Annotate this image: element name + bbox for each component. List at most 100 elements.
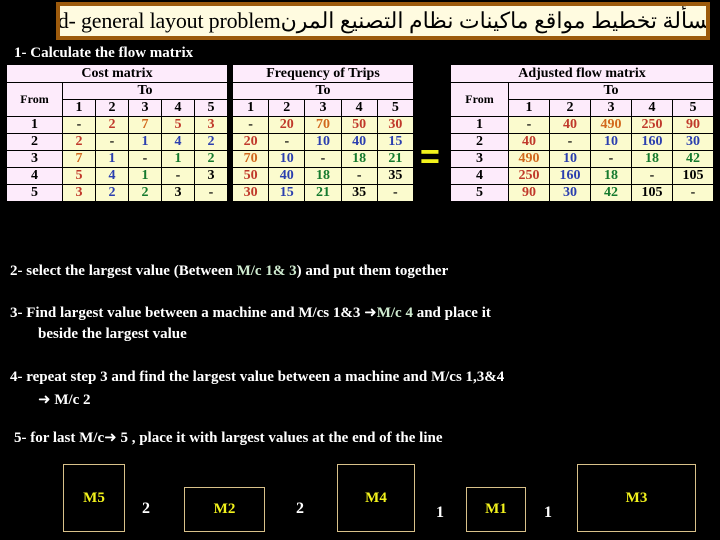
frequency-column-header-row: 1 2 3 4 5 [231,99,415,117]
cost-from-label: From [6,82,63,117]
frequency-cell: 70 [231,150,270,168]
cost-cell: 2 [194,150,228,168]
frequency-cell: 10 [268,150,306,168]
page-title: 2d- general layout problemمسألة تخطيط مو… [56,8,710,33]
frequency-cell: 15 [268,184,306,202]
adjusted-cell: 18 [590,167,632,185]
right-arrow-icon: ➜ [38,390,51,408]
cost-row: 371-12 [6,150,228,168]
cost-row-label: 3 [6,150,63,168]
cost-cell: - [62,116,96,134]
step-3-part-a: 3- Find largest value between a machine … [10,305,365,321]
cost-cell: 4 [161,133,195,151]
frequency-col-header: 5 [376,99,415,117]
machine-box-m3[interactable]: M3 [577,464,696,532]
frequency-cell: - [340,167,378,185]
step-5-part-a: 5- for last M/c [14,430,105,446]
cost-to-label: To [62,82,228,100]
adjusted-cell: 90 [672,116,714,134]
cost-row-label: 1 [6,116,63,134]
cost-row: 53223- [6,184,228,202]
adjusted-cell: - [590,150,632,168]
cost-col-header: 5 [194,99,228,117]
frequency-cell: 30 [376,116,415,134]
frequency-cell: 50 [231,167,270,185]
cost-cell: - [128,150,162,168]
frequency-matrix-caption: Frequency of Trips [232,64,414,83]
machine-box-m1[interactable]: M1 [466,487,526,532]
frequency-cell: - [376,184,415,202]
slide-title-bar: 2d- general layout problemمسألة تخطيط مو… [56,2,710,40]
frequency-row: -20 70 50 30 [231,116,415,134]
adjusted-cell: 40 [549,116,591,134]
cost-matrix-table: Cost matrix From To 1 2 3 4 5 1-275322-1… [6,64,228,202]
machine-box-m2[interactable]: M2 [184,487,265,532]
step-5-text: 5- for last M/c➜ 5 , place it with large… [14,428,443,448]
cost-row-label: 2 [6,133,63,151]
adjusted-cell: 30 [672,133,714,151]
frequency-cell: 21 [376,150,415,168]
cost-cell: - [95,133,129,151]
step-3-text: 3- Find largest value between a machine … [10,303,491,323]
frequency-cell: - [268,133,306,151]
step-2-part-b: ) and put them together [296,263,449,279]
frequency-cell: 10 [304,133,342,151]
step-3-part-b: and place it [412,305,491,321]
adjusted-row-label: 4 [450,167,509,185]
frequency-cell: - [304,150,342,168]
adjusted-cell: 42 [672,150,714,168]
frequency-cell: 18 [304,167,342,185]
cost-cell: 7 [62,150,96,168]
adjusted-cell: 160 [549,167,591,185]
cost-row: 4541-3 [6,167,228,185]
frequency-cell: 30 [231,184,270,202]
frequency-row: 30 15 21 35- [231,184,415,202]
cost-cell: - [194,184,228,202]
adjusted-cell: 490 [590,116,632,134]
frequency-cell: 70 [304,116,342,134]
adjusted-matrix-body: 1-40 490 250 90 2 40-10 160 30 3 490 10-18 42 4 250 16… [450,116,714,202]
adjusted-to-label: To [508,82,714,100]
cost-matrix-caption: Cost matrix [6,64,228,83]
step-3-highlight: M/c 4 [376,305,413,321]
adjusted-cell: 30 [549,184,591,202]
cost-row-label: 5 [6,184,63,202]
machine-box-m4[interactable]: M4 [337,464,415,532]
cost-cell: 3 [62,184,96,202]
machine-gap-value: 1 [436,504,444,521]
cost-cell: 4 [95,167,129,185]
frequency-cell: 21 [304,184,342,202]
machine-gap-value: 2 [142,500,150,517]
adjusted-cell: - [672,184,714,202]
adjusted-matrix-caption: Adjusted flow matrix [450,64,714,83]
cost-cell: 1 [128,167,162,185]
cost-row: 22-142 [6,133,228,151]
cost-cell: 3 [194,167,228,185]
adjusted-row: 2 40-10 160 30 [450,133,714,151]
cost-col-header: 3 [128,99,162,117]
cost-col-header: 4 [161,99,195,117]
cost-col-header: 2 [95,99,129,117]
equals-sign: = [420,138,440,176]
right-arrow-icon: ➜ [104,428,117,446]
adjusted-cell: 250 [631,116,673,134]
step-3-continuation: beside the largest value [38,326,187,342]
cost-cell: 5 [62,167,96,185]
frequency-cell: 20 [231,133,270,151]
adjusted-col-header: 4 [631,99,673,117]
frequency-cell: - [231,116,270,134]
machine-box-m5[interactable]: M5 [63,464,125,532]
cost-cell: 1 [161,150,195,168]
frequency-cell: 40 [268,167,306,185]
cost-row: 1-2753 [6,116,228,134]
adjusted-col-header: 5 [672,99,714,117]
adjusted-col-header: 3 [590,99,632,117]
step-2-part-a: 2- select the largest value (Between [10,263,237,279]
adjusted-cell: 42 [590,184,632,202]
frequency-cell: 35 [340,184,378,202]
adjusted-cell: 250 [508,167,550,185]
machine-sequence-line: M5 M2 M4 M1 M3 2 2 1 1 [0,455,720,540]
adjusted-row-label: 3 [450,150,509,168]
step-4-text: 4- repeat step 3 and find the largest va… [10,369,505,385]
adjusted-col-header: 2 [549,99,591,117]
